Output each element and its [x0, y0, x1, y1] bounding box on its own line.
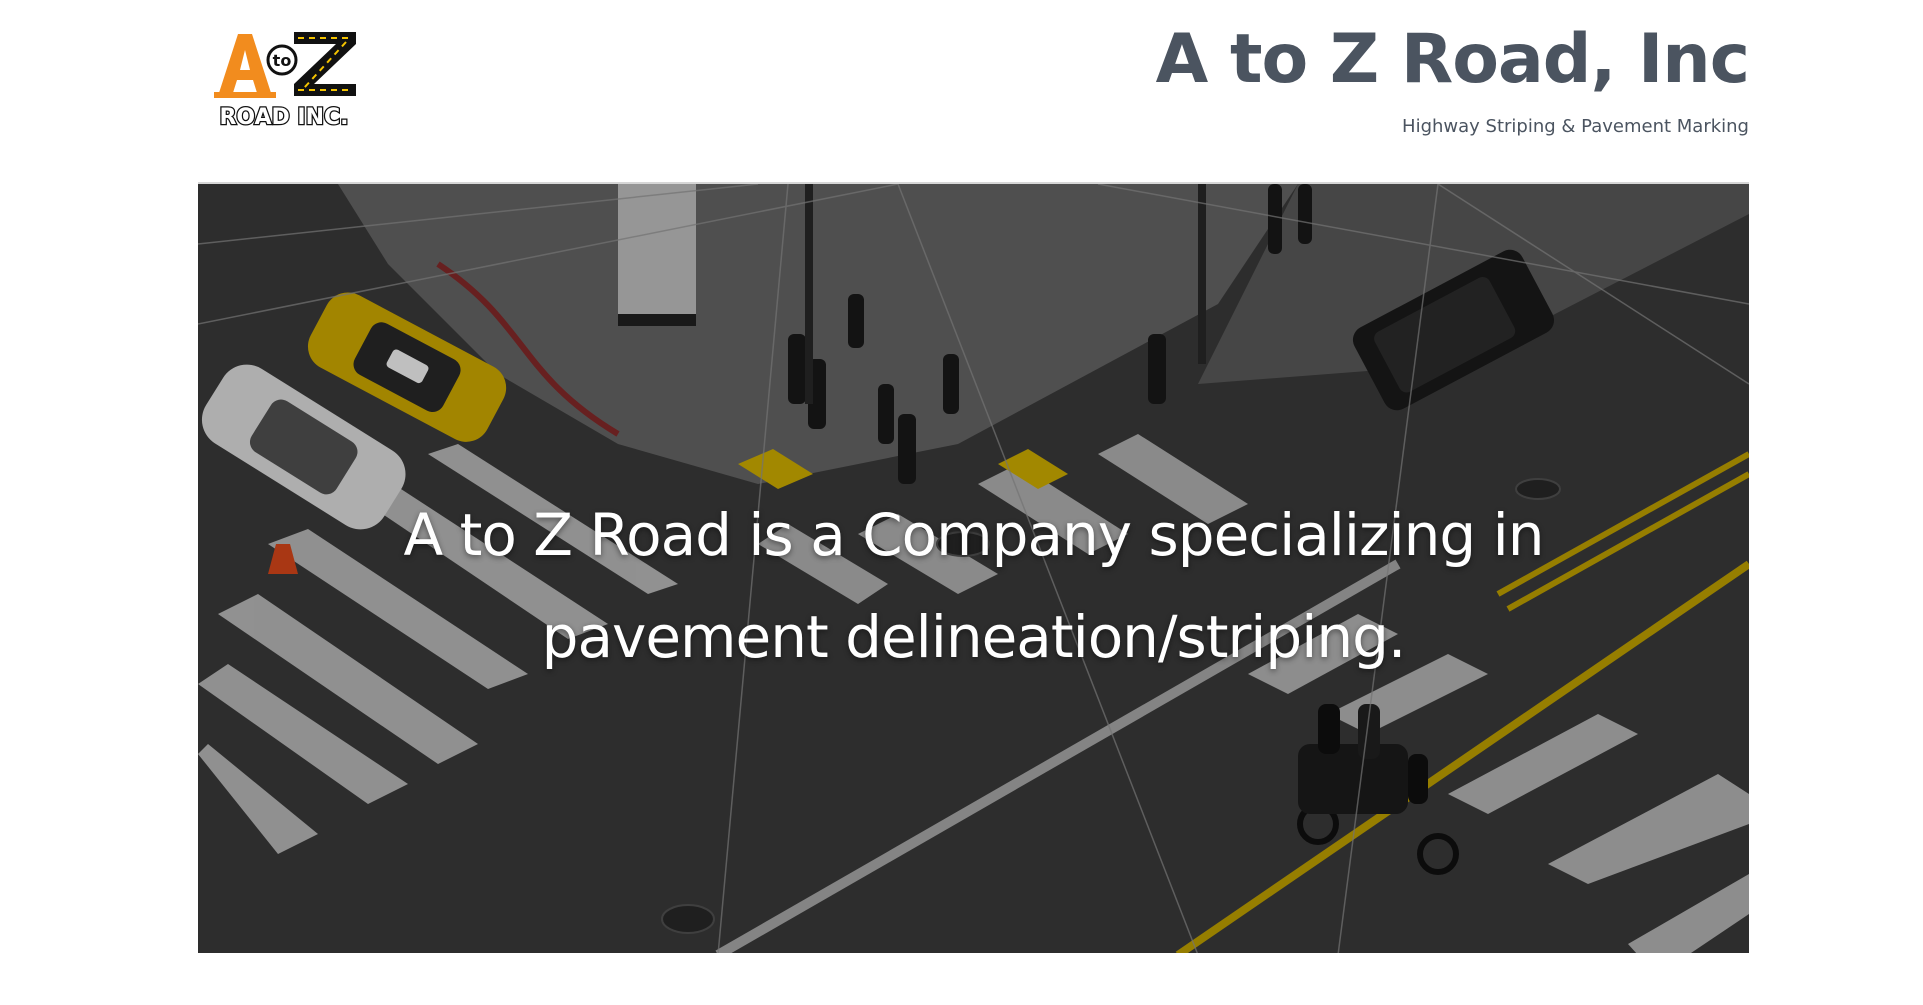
page: to ROAD INC. A to Z Road, Inc Highway St… — [0, 0, 1923, 1005]
site-tagline: Highway Striping & Pavement Marking — [1402, 116, 1749, 137]
brand-block: A to Z Road, Inc Highway Striping & Pave… — [1156, 20, 1750, 138]
logo-to-text: to — [273, 51, 292, 70]
site-title[interactable]: A to Z Road, Inc — [1156, 20, 1750, 100]
hero-headline: A to Z Road is a Company specializing in… — [403, 501, 1545, 671]
site-header: to ROAD INC. A to Z Road, Inc Highway St… — [198, 0, 1750, 182]
logo-graphic: to ROAD INC. — [214, 32, 356, 131]
site-logo[interactable]: to ROAD INC. — [212, 30, 357, 131]
hero-banner: A to Z Road is a Company specializing in… — [198, 182, 1749, 953]
logo-sub-text: ROAD INC. — [219, 105, 348, 130]
